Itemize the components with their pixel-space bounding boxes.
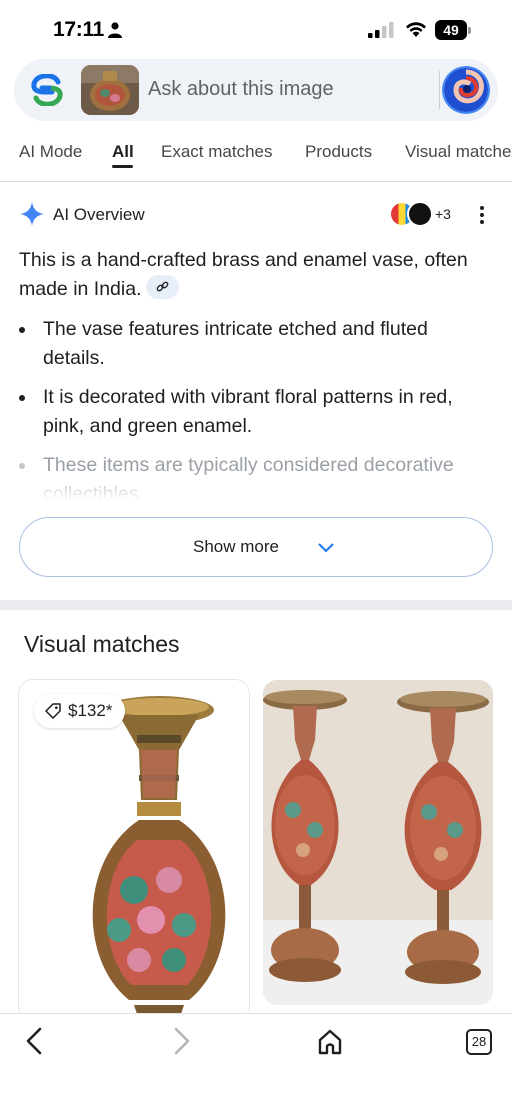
battery-icon: 49 <box>435 20 471 40</box>
search-image-thumbnail[interactable] <box>81 65 139 115</box>
ai-overview-summary: This is a hand-crafted brass and enamel … <box>19 246 489 303</box>
price-label: $132* <box>68 701 113 720</box>
tab-all[interactable]: All <box>112 142 134 162</box>
content-fade <box>0 470 512 506</box>
ai-sparkle-icon <box>20 202 44 226</box>
tab-products[interactable]: Products <box>305 142 372 162</box>
tab-exact-matches[interactable]: Exact matches <box>161 142 273 162</box>
status-bar: 17:11 49 <box>0 0 512 56</box>
person-icon <box>108 22 122 38</box>
show-more-button[interactable]: Show more <box>19 517 493 577</box>
search-input[interactable]: Ask about this image <box>148 78 334 101</box>
ai-sources[interactable] <box>389 201 435 227</box>
home-icon[interactable] <box>316 1028 344 1056</box>
battery-level: 49 <box>435 20 467 40</box>
tab-switcher-button[interactable]: 28 <box>466 1029 492 1055</box>
active-tab-indicator <box>112 165 133 168</box>
cellular-signal-icon <box>368 22 394 38</box>
ai-summary-text: This is a hand-crafted brass and enamel … <box>19 249 468 300</box>
citation-link-chip[interactable] <box>145 275 179 300</box>
google-lens-logo-icon[interactable] <box>30 74 64 106</box>
show-more-label: Show more <box>193 537 279 556</box>
vase-pair-image <box>263 680 493 1005</box>
price-tag-icon <box>45 703 61 719</box>
visual-match-card[interactable] <box>263 680 493 1005</box>
ai-overview-title: AI Overview <box>53 205 145 224</box>
forward-arrow-icon[interactable] <box>170 1026 194 1056</box>
tab-visual-matches[interactable]: Visual matches <box>405 142 512 162</box>
vase-image <box>19 680 249 1020</box>
price-badge: $132* <box>34 694 126 728</box>
list-item: It is decorated with vibrant floral patt… <box>19 383 489 440</box>
status-time: 17:11 <box>53 18 105 41</box>
source-favicon-icon <box>407 201 433 227</box>
search-divider <box>439 71 440 109</box>
chevron-down-icon <box>318 543 334 553</box>
source-count[interactable]: +3 <box>435 206 451 222</box>
bottom-navigation: 28 <box>0 1013 512 1108</box>
tab-ai-mode[interactable]: AI Mode <box>19 142 82 162</box>
back-arrow-icon[interactable] <box>22 1026 46 1056</box>
section-divider <box>0 600 512 610</box>
wifi-icon <box>406 22 426 37</box>
visual-matches-title: Visual matches <box>24 631 180 657</box>
more-options-icon[interactable] <box>476 204 488 226</box>
link-icon <box>156 281 168 292</box>
result-tabs: AI Mode All Exact matches Products Visua… <box>0 128 512 180</box>
ai-overview-header: AI Overview +3 <box>0 196 512 232</box>
visual-match-card[interactable]: $132* <box>19 680 249 1020</box>
list-item: The vase features intricate etched and f… <box>19 315 489 372</box>
search-bar[interactable]: Ask about this image <box>14 59 498 121</box>
account-avatar-icon[interactable] <box>442 66 490 114</box>
tabs-divider <box>0 181 512 182</box>
